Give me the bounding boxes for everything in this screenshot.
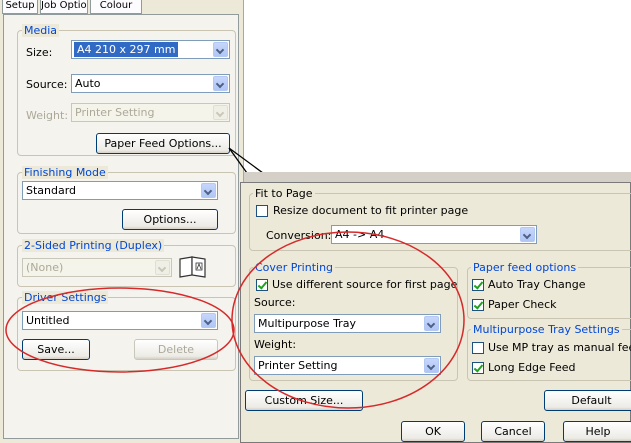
chevron-down-icon[interactable]	[520, 227, 535, 242]
cover-source-value: Multipurpose Tray	[258, 317, 356, 330]
use-different-source-label: Use different source for first page	[272, 278, 458, 291]
cover-source-select[interactable]: Multipurpose Tray	[254, 314, 441, 333]
resize-document-checkbox[interactable]	[256, 205, 268, 217]
paper-feed-options-group	[467, 267, 631, 319]
cover-source-label: Source:	[254, 296, 296, 309]
fit-to-page-legend: Fit to Page	[253, 187, 315, 200]
mp-manual-feed-checkbox[interactable]	[472, 342, 484, 354]
chevron-down-icon[interactable]	[424, 316, 439, 331]
auto-tray-change-checkbox[interactable]	[472, 279, 484, 291]
custom-size-button[interactable]: Custom Size...	[245, 390, 363, 411]
long-edge-feed-checkbox[interactable]	[472, 362, 484, 374]
paper-check-label: Paper Check	[488, 298, 557, 311]
paper-feed-options-legend: Paper feed options	[471, 261, 579, 274]
long-edge-feed-label: Long Edge Feed	[488, 361, 576, 374]
auto-tray-change-label: Auto Tray Change	[488, 278, 586, 291]
help-button[interactable]: Help	[563, 421, 631, 442]
resize-document-label: Resize document to fit printer page	[273, 204, 469, 217]
cover-weight-value: Printer Setting	[258, 359, 338, 372]
ok-button[interactable]: OK	[401, 421, 465, 442]
paper-feed-options-dialog: Fit to Page Resize document to fit print…	[240, 182, 631, 443]
cover-weight-label: Weight:	[254, 338, 297, 351]
default-button[interactable]: Default	[544, 390, 631, 411]
mp-manual-feed-label: Use MP tray as manual feed	[488, 341, 631, 354]
conversion-label: Conversion:	[266, 229, 332, 242]
conversion-select[interactable]: A4 -> A4	[331, 225, 537, 244]
mp-tray-settings-legend: Multipurpose Tray Settings	[471, 323, 622, 336]
paper-check-checkbox[interactable]	[472, 299, 484, 311]
cover-printing-legend: Cover Printing	[253, 261, 336, 274]
chevron-down-icon[interactable]	[424, 358, 439, 373]
conversion-value: A4 -> A4	[335, 228, 385, 241]
use-different-source-checkbox[interactable]	[256, 279, 268, 291]
cover-weight-select[interactable]: Printer Setting	[254, 356, 441, 375]
cancel-button[interactable]: Cancel	[481, 421, 545, 442]
